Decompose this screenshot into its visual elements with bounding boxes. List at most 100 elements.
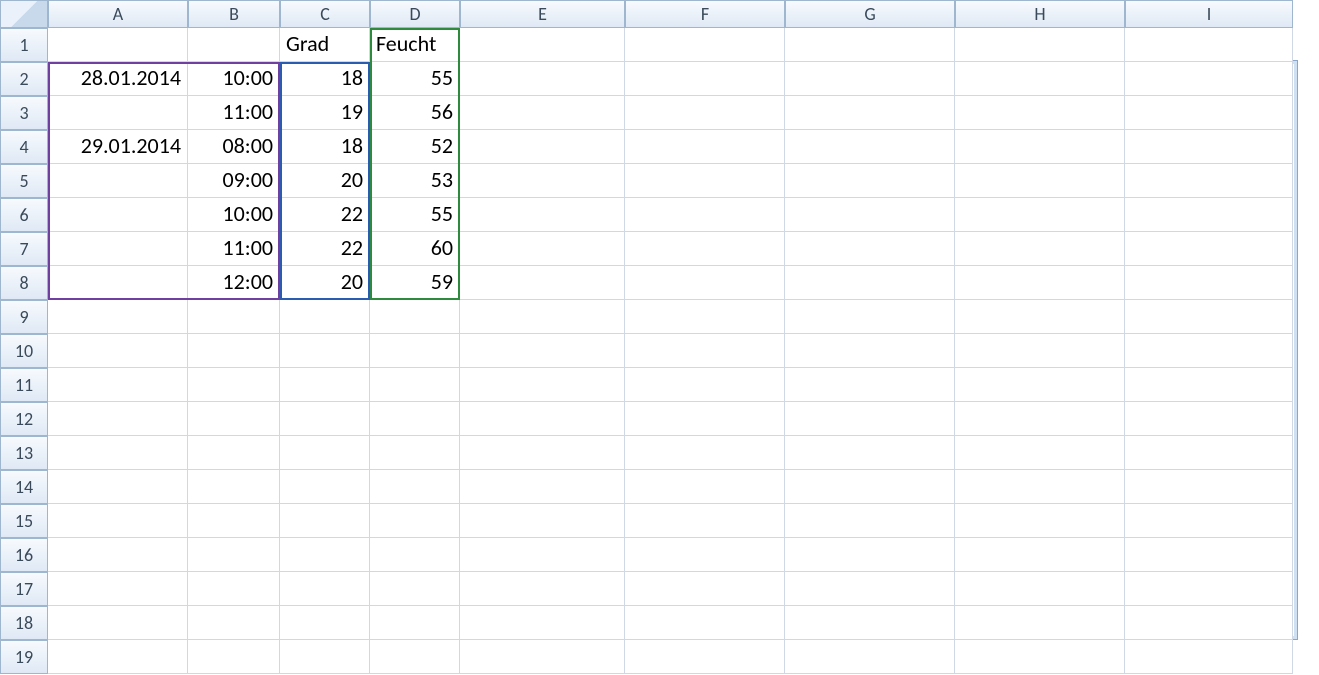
cell-A18[interactable] <box>48 606 188 640</box>
cell-B11[interactable] <box>188 368 280 402</box>
worksheet[interactable]: 15161718192021222340455055606510:0011:00… <box>0 0 1319 675</box>
cell-I12[interactable] <box>1125 402 1293 436</box>
cell-H10[interactable] <box>955 334 1125 368</box>
cell-G19[interactable] <box>785 640 955 674</box>
cell-A10[interactable] <box>48 334 188 368</box>
col-header-A[interactable]: A <box>48 0 188 28</box>
cell-B19[interactable] <box>188 640 280 674</box>
cell-E16[interactable] <box>460 538 625 572</box>
cell-D4[interactable]: 52 <box>370 130 460 164</box>
cell-A4[interactable]: 29.01.2014 <box>48 130 188 164</box>
row-header-15[interactable]: 15 <box>0 504 48 538</box>
cell-D12[interactable] <box>370 402 460 436</box>
cell-E2[interactable] <box>460 62 625 96</box>
cell-H7[interactable] <box>955 232 1125 266</box>
cell-B12[interactable] <box>188 402 280 436</box>
row-header-18[interactable]: 18 <box>0 606 48 640</box>
cell-D14[interactable] <box>370 470 460 504</box>
row-header-12[interactable]: 12 <box>0 402 48 436</box>
cell-G7[interactable] <box>785 232 955 266</box>
cell-D17[interactable] <box>370 572 460 606</box>
cell-I5[interactable] <box>1125 164 1293 198</box>
cell-E10[interactable] <box>460 334 625 368</box>
cell-F16[interactable] <box>625 538 785 572</box>
col-header-G[interactable]: G <box>785 0 955 28</box>
cell-F10[interactable] <box>625 334 785 368</box>
cell-A16[interactable] <box>48 538 188 572</box>
cell-I2[interactable] <box>1125 62 1293 96</box>
cell-G12[interactable] <box>785 402 955 436</box>
row-header-17[interactable]: 17 <box>0 572 48 606</box>
cell-G6[interactable] <box>785 198 955 232</box>
cell-D8[interactable]: 59 <box>370 266 460 300</box>
select-all-corner[interactable] <box>0 0 48 28</box>
cell-F13[interactable] <box>625 436 785 470</box>
cell-A17[interactable] <box>48 572 188 606</box>
cell-C15[interactable] <box>280 504 370 538</box>
cell-I15[interactable] <box>1125 504 1293 538</box>
cell-E9[interactable] <box>460 300 625 334</box>
cell-F15[interactable] <box>625 504 785 538</box>
cell-G10[interactable] <box>785 334 955 368</box>
cell-C4[interactable]: 18 <box>280 130 370 164</box>
cell-G16[interactable] <box>785 538 955 572</box>
cell-F7[interactable] <box>625 232 785 266</box>
col-header-C[interactable]: C <box>280 0 370 28</box>
cell-D18[interactable] <box>370 606 460 640</box>
cell-E14[interactable] <box>460 470 625 504</box>
cell-H3[interactable] <box>955 96 1125 130</box>
cell-H6[interactable] <box>955 198 1125 232</box>
col-header-D[interactable]: D <box>370 0 460 28</box>
cell-C5[interactable]: 20 <box>280 164 370 198</box>
cell-E17[interactable] <box>460 572 625 606</box>
cell-B17[interactable] <box>188 572 280 606</box>
row-header-2[interactable]: 2 <box>0 62 48 96</box>
cell-G5[interactable] <box>785 164 955 198</box>
cell-H11[interactable] <box>955 368 1125 402</box>
cell-G9[interactable] <box>785 300 955 334</box>
cell-H12[interactable] <box>955 402 1125 436</box>
cell-I11[interactable] <box>1125 368 1293 402</box>
row-header-1[interactable]: 1 <box>0 28 48 62</box>
cell-H1[interactable] <box>955 28 1125 62</box>
cell-H14[interactable] <box>955 470 1125 504</box>
cell-C3[interactable]: 19 <box>280 96 370 130</box>
cell-H9[interactable] <box>955 300 1125 334</box>
cell-B8[interactable]: 12:00 <box>188 266 280 300</box>
cell-E15[interactable] <box>460 504 625 538</box>
row-header-5[interactable]: 5 <box>0 164 48 198</box>
cell-B4[interactable]: 08:00 <box>188 130 280 164</box>
row-header-13[interactable]: 13 <box>0 436 48 470</box>
cell-F6[interactable] <box>625 198 785 232</box>
cell-I10[interactable] <box>1125 334 1293 368</box>
cell-C19[interactable] <box>280 640 370 674</box>
cell-B5[interactable]: 09:00 <box>188 164 280 198</box>
cell-F11[interactable] <box>625 368 785 402</box>
cell-E6[interactable] <box>460 198 625 232</box>
cell-B15[interactable] <box>188 504 280 538</box>
cell-I3[interactable] <box>1125 96 1293 130</box>
col-header-B[interactable]: B <box>188 0 280 28</box>
cell-D6[interactable]: 55 <box>370 198 460 232</box>
cell-E11[interactable] <box>460 368 625 402</box>
cell-G13[interactable] <box>785 436 955 470</box>
cell-I7[interactable] <box>1125 232 1293 266</box>
cell-D16[interactable] <box>370 538 460 572</box>
cell-A2[interactable]: 28.01.2014 <box>48 62 188 96</box>
cell-C18[interactable] <box>280 606 370 640</box>
cell-F2[interactable] <box>625 62 785 96</box>
cell-F5[interactable] <box>625 164 785 198</box>
cell-C14[interactable] <box>280 470 370 504</box>
cell-D10[interactable] <box>370 334 460 368</box>
cell-A12[interactable] <box>48 402 188 436</box>
cell-D1[interactable]: Feucht <box>370 28 460 62</box>
row-header-10[interactable]: 10 <box>0 334 48 368</box>
cell-D7[interactable]: 60 <box>370 232 460 266</box>
cell-C10[interactable] <box>280 334 370 368</box>
row-header-11[interactable]: 11 <box>0 368 48 402</box>
cell-C13[interactable] <box>280 436 370 470</box>
cell-F18[interactable] <box>625 606 785 640</box>
cell-I18[interactable] <box>1125 606 1293 640</box>
row-header-7[interactable]: 7 <box>0 232 48 266</box>
cell-F4[interactable] <box>625 130 785 164</box>
